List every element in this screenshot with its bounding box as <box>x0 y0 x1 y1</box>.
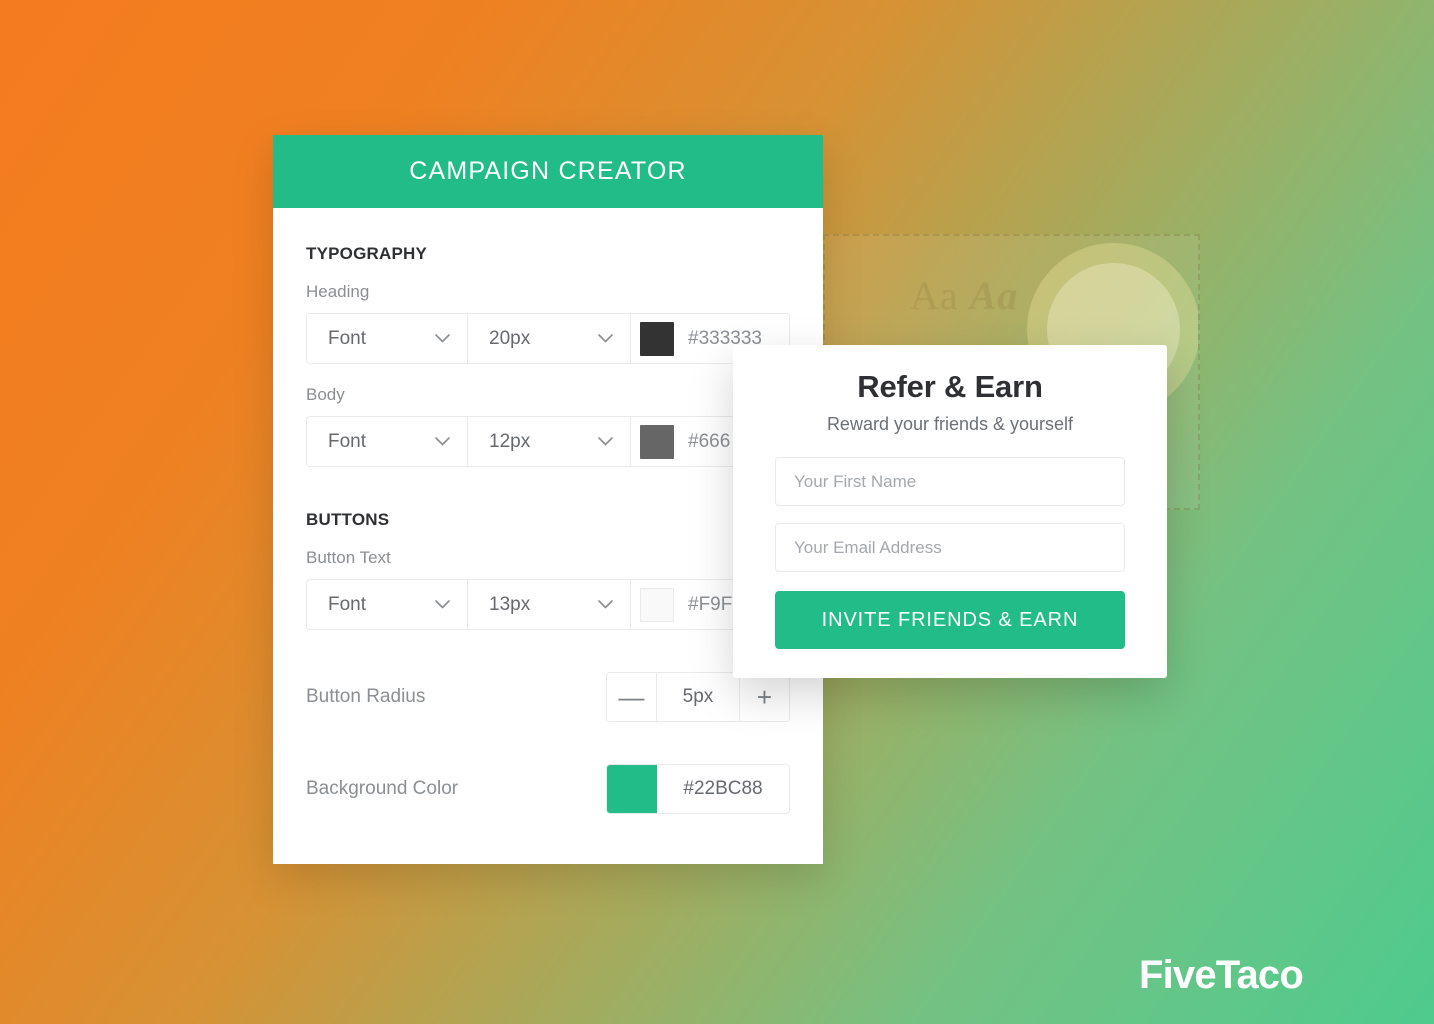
field-label-button-text: Button Text <box>306 548 391 567</box>
invite-friends-button[interactable]: INVITE FRIENDS & EARN <box>775 591 1125 649</box>
ghost-sample-regular: Aa <box>910 273 970 318</box>
field-label-heading: Heading <box>306 282 370 301</box>
background-color-hex: #22BC88 <box>683 778 763 799</box>
heading-size-value: 20px <box>489 327 531 349</box>
chevron-down-icon <box>598 600 613 609</box>
ghost-typography-sample: Aa Aa <box>910 272 1018 319</box>
heading-size-select[interactable]: 20px <box>468 314 631 363</box>
brand-logo: FiveTaco <box>1138 953 1304 997</box>
panel-header: CAMPAIGN CREATOR <box>273 135 823 208</box>
button-radius-value: 5px <box>682 686 714 707</box>
button-radius-row: Button Radius — 5px + <box>306 672 790 722</box>
button-text-typography-row: Font 13px #F9F <box>306 579 790 630</box>
heading-font-select[interactable]: Font <box>307 314 468 363</box>
heading-color-swatch[interactable] <box>640 321 674 356</box>
refer-card-subtitle: Reward your friends & yourself <box>826 414 1074 434</box>
section-title-typography: TYPOGRAPHY <box>306 244 428 263</box>
button-text-size-select[interactable]: 13px <box>468 580 631 629</box>
minus-icon[interactable]: — <box>607 673 657 721</box>
field-label-body: Body <box>306 385 345 404</box>
refer-and-earn-card: Refer & Earn Reward your friends & yours… <box>733 345 1167 678</box>
background-color-row: Background Color #22BC88 <box>306 764 790 814</box>
heading-font-value: Font <box>328 327 367 349</box>
button-text-color-hex: #F9F <box>688 593 733 615</box>
plus-icon[interactable]: + <box>739 673 789 721</box>
body-font-value: Font <box>328 430 367 452</box>
page-title: CAMPAIGN CREATOR <box>409 157 687 185</box>
body-color-hex: #666 <box>688 430 731 452</box>
first-name-placeholder: Your First Name <box>794 471 917 491</box>
section-title-buttons: BUTTONS <box>306 510 390 529</box>
body-color-swatch[interactable] <box>640 424 674 459</box>
button-text-color-swatch[interactable] <box>640 587 674 622</box>
refer-card-title: Refer & Earn <box>857 369 1043 404</box>
email-input[interactable]: Your Email Address <box>775 523 1125 572</box>
chevron-down-icon <box>435 334 450 343</box>
button-text-size-value: 13px <box>489 593 531 615</box>
background-color-label: Background Color <box>306 778 459 799</box>
background-color-swatch[interactable] <box>607 765 657 813</box>
chevron-down-icon <box>435 437 450 446</box>
body-font-select[interactable]: Font <box>307 417 468 466</box>
first-name-input[interactable]: Your First Name <box>775 457 1125 506</box>
ghost-sample-italic: Aa <box>969 273 1019 318</box>
button-text-font-select[interactable]: Font <box>307 580 468 629</box>
chevron-down-icon <box>598 334 613 343</box>
body-size-select[interactable]: 12px <box>468 417 631 466</box>
heading-typography-row: Font 20px #333333 <box>306 313 790 364</box>
button-text-font-value: Font <box>328 593 367 615</box>
button-radius-label: Button Radius <box>306 686 426 707</box>
background-color-picker[interactable]: #22BC88 <box>606 764 790 814</box>
email-placeholder: Your Email Address <box>794 537 942 557</box>
button-radius-stepper: — 5px + <box>606 672 790 722</box>
body-size-value: 12px <box>489 430 531 452</box>
chevron-down-icon <box>598 437 613 446</box>
chevron-down-icon <box>435 600 450 609</box>
body-typography-row: Font 12px #666 <box>306 416 790 467</box>
